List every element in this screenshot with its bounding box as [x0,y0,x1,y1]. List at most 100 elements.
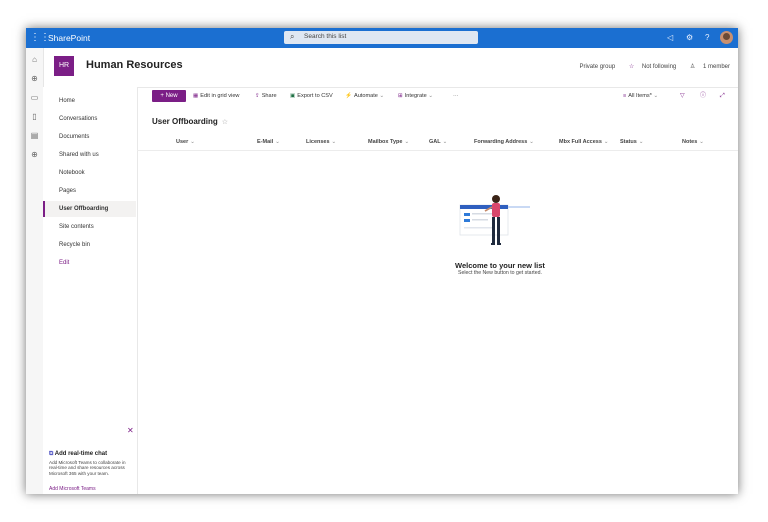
share-button[interactable]: ⇪ Share [255,90,277,102]
close-icon[interactable]: ✕ [127,426,134,435]
nav-item-shared-with-us[interactable]: Shared with us [43,147,136,163]
column-header-email[interactable]: E-Mail ⌄ [257,139,280,145]
search-box[interactable]: ⌕ Search this list [284,31,478,44]
star-icon: ☆ [628,64,635,70]
person-leg [497,217,500,243]
automate-icon: ⚡ [345,93,352,99]
lists-icon[interactable]: ▤ [29,130,40,141]
chevron-down-icon: ⌄ [603,139,609,145]
follow-button[interactable]: ☆ Not following [623,64,676,70]
column-label: Notes [682,139,698,145]
chevron-down-icon: ⌄ [442,139,448,145]
info-icon[interactable]: ⓘ [700,90,706,102]
integrate-icon: ⊞ [398,93,403,99]
add-teams-link[interactable]: Add Microsoft Teams [49,486,135,492]
teams-icon: ⧉ [49,451,54,457]
illustration-row [464,213,470,216]
globe-icon[interactable]: ⊕ [29,73,40,84]
view-label: All Items* [628,93,652,99]
create-icon[interactable]: ⊕ [29,149,40,160]
illustration-card-bar [460,205,508,209]
chevron-down-icon: ⌄ [331,139,337,145]
privacy-label: Private group [579,64,616,70]
column-label: Licenses [306,139,330,145]
avatar[interactable] [720,31,733,44]
sharepoint-window: ⋮⋮ SharePoint ⌕ Search this list ◁ ⚙ ? ⌂… [26,28,738,494]
nav-item-site-contents[interactable]: Site contents [43,219,136,235]
share-label: Share [261,93,277,99]
feed-icon[interactable]: ▭ [29,92,40,103]
chevron-down-icon: ⌄ [699,139,704,145]
teams-promo-card: ⧉ Add real-time chat Add Microsoft Teams… [49,451,135,494]
column-label: Status [620,139,637,145]
chevron-down-icon: ⌄ [426,93,434,99]
nav-item-user-offboarding[interactable]: User Offboarding [43,201,136,217]
chat-icon[interactable]: ◁ [667,31,673,45]
more-button[interactable]: ··· [453,90,459,102]
command-bar: + New ▦ Edit in grid view ⇪ Share ▣ Export … [137,87,738,105]
edit-grid-button[interactable]: ▦ Edit in grid view [193,90,239,102]
view-icon: ≡ [623,93,627,99]
settings-icon[interactable]: ⚙ [686,31,693,45]
empty-state-subtitle: Select the New button to get started. [458,270,542,276]
expand-icon[interactable]: ⤢ [720,90,725,102]
column-header-gal[interactable]: GAL ⌄ [429,139,447,145]
site-logo[interactable]: HR [54,56,74,76]
person-leg [492,217,495,243]
search-icon: ⌕ [290,32,295,41]
column-header-forwarding-address[interactable]: Forwarding Address ⌄ [474,139,534,145]
list-title-text: User Offboarding [152,117,218,126]
column-header-status[interactable]: Status ⌄ [620,139,643,145]
nav-item-home[interactable]: Home [43,93,136,109]
column-header-licenses[interactable]: Licenses ⌄ [306,139,336,145]
site-title[interactable]: Human Resources [86,59,183,71]
document-icon[interactable]: ▯ [29,111,40,122]
new-button[interactable]: + New [152,90,186,102]
view-selector[interactable]: ≡ All Items* ⌄ [623,90,658,102]
column-header-user[interactable]: User ⌄ [176,139,195,145]
app-launcher-icon[interactable]: ⋮⋮ [30,31,50,45]
column-label: User [176,139,189,145]
person-torso [492,203,500,217]
nav-item-recycle-bin[interactable]: Recycle bin [43,237,136,253]
column-label: Mailbox Type [368,139,403,145]
illustration-line [472,219,488,221]
illustration-line [464,227,494,229]
members-button[interactable]: ♙ 1 member [684,64,730,70]
chevron-down-icon: ⌄ [190,139,195,145]
app-brand[interactable]: SharePoint [48,32,90,44]
automate-label: Automate [353,93,378,99]
nav-item-documents[interactable]: Documents [43,129,136,145]
export-csv-button[interactable]: ▣ Export to CSV [290,90,333,102]
column-header-mbx-full-access[interactable]: Mbx Full Access ⌄ [559,139,609,145]
search-placeholder: Search this list [304,33,347,40]
column-label: Forwarding Address [474,139,528,145]
nav-edit-link[interactable]: Edit [43,255,136,271]
integrate-button[interactable]: ⊞ Integrate ⌄ [398,90,433,102]
column-header-notes[interactable]: Notes ⌄ [682,139,704,145]
nav-item-notebook[interactable]: Notebook [43,165,136,181]
follow-label: Not following [641,64,677,70]
filter-icon[interactable]: ▽ [680,90,685,102]
chevron-down-icon: ⌄ [529,139,534,145]
home-icon[interactable]: ⌂ [29,54,40,65]
person-shoe [497,243,501,245]
empty-list-illustration [459,195,530,245]
nav-item-pages[interactable]: Pages [43,183,136,199]
site-header-actions: Private group ☆ Not following ♙ 1 member [573,63,730,70]
chevron-down-icon: ⌄ [377,93,385,99]
help-icon[interactable]: ? [705,31,709,45]
integrate-label: Integrate [404,93,427,99]
automate-button[interactable]: ⚡ Automate ⌄ [345,90,384,102]
edit-grid-label: Edit in grid view [200,93,240,99]
person-icon: ♙ [689,64,696,70]
person-head [492,195,500,203]
chevron-down-icon: ⌄ [404,139,410,145]
column-header-row: User ⌄ E-Mail ⌄ Licenses ⌄ Mailbox Type ⌄ GA… [137,136,738,151]
nav-item-conversations[interactable]: Conversations [43,111,136,127]
column-label: E-Mail [257,139,274,145]
column-header-mailbox-type[interactable]: Mailbox Type ⌄ [368,139,409,145]
column-label: Mbx Full Access [559,139,602,145]
members-label: 1 member [702,64,730,70]
favorite-star-icon[interactable]: ☆ [222,119,228,126]
